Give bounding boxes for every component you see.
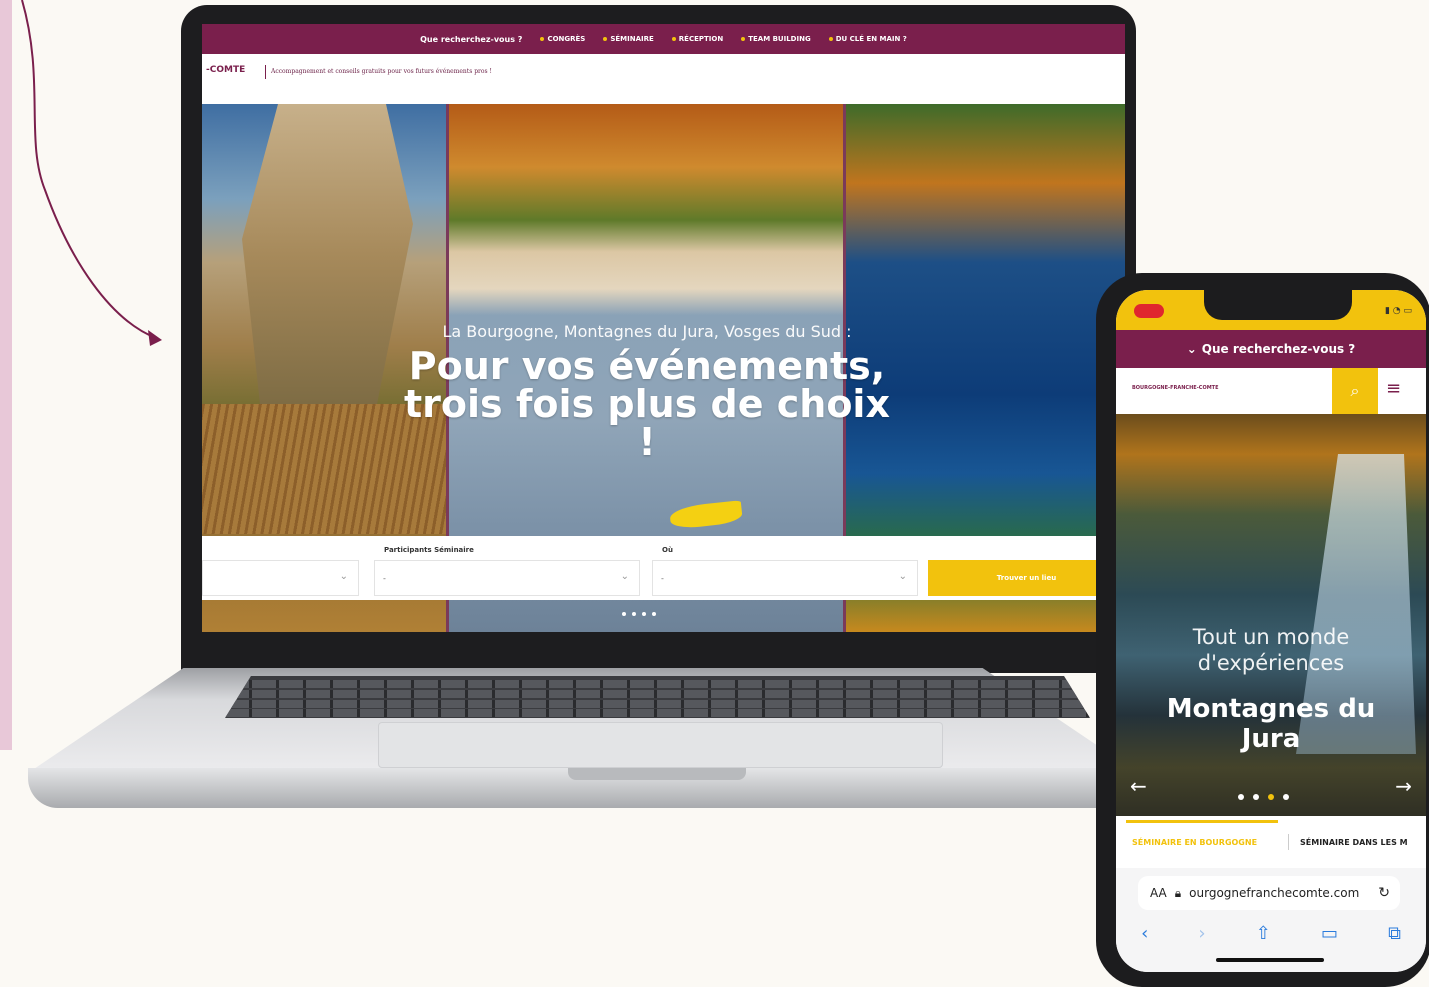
first-select[interactable]: ⌄ [202, 560, 359, 596]
chevron-down-icon: ⌄ [620, 571, 629, 582]
nav-item-seminaire[interactable]: SÉMINAIRE [603, 35, 654, 43]
phone-hero-subtitle: Tout un monde d'expériences [1192, 625, 1350, 675]
nav-item-label: DU CLÉ EN MAIN ? [835, 35, 907, 43]
participants-select[interactable]: - ⌄ [374, 560, 640, 596]
hero-text-block: La Bourgogne, Montagnes du Jura, Vosges … [402, 322, 892, 461]
chevron-down-icon: ⌄ [898, 571, 907, 582]
home-indicator [1216, 958, 1324, 962]
share-icon[interactable]: ⇧ [1256, 923, 1271, 944]
lock-icon: 🔒︎ [1174, 885, 1182, 900]
nav-item-team-building[interactable]: TEAM BUILDING [741, 35, 811, 43]
chevron-down-icon: ⌄ [339, 571, 348, 582]
where-label: Où [662, 546, 673, 554]
reload-icon[interactable]: ↻ [1378, 885, 1390, 901]
address-bar[interactable]: AA 🔒︎ ourgognefranchecomte.com ↻ [1138, 876, 1400, 910]
status-icons: ▮ ◔ ▭ [1384, 306, 1412, 316]
tab-divider [1288, 834, 1289, 850]
laptop-trackpad [378, 722, 943, 768]
phone-tabs: SÉMINAIRE EN BOURGOGNE SÉMINAIRE DANS LE… [1116, 816, 1426, 868]
phone-status-bar: ▮ ◔ ▭ [1116, 290, 1426, 330]
site-logo[interactable]: -COMTE [206, 65, 245, 75]
tab-seminaire-montagnes[interactable]: SÉMINAIRE DANS LES M [1300, 838, 1408, 847]
nav-question-link[interactable]: Que recherchez-vous ? [420, 35, 522, 44]
hero-title: Pour vos événements, trois fois plus de … [404, 344, 890, 464]
where-value: - [661, 574, 664, 583]
bookmarks-icon[interactable]: ▭ [1321, 923, 1338, 944]
nav-item-label: SÉMINAIRE [610, 35, 654, 43]
nav-item-congres[interactable]: CONGRÈS [540, 35, 585, 43]
participants-value: - [383, 574, 386, 583]
phone-hero-carousel: Tout un monde d'expériences Montagnes du… [1116, 414, 1426, 816]
phone-screen: ▮ ◔ ▭ ⌄ Que recherchez-vous ? BOURGOGNE-… [1116, 290, 1426, 972]
text-size-button[interactable]: AA [1150, 886, 1167, 900]
hamburger-menu-icon[interactable]: ≡ [1386, 378, 1401, 399]
nav-item-label: TEAM BUILDING [748, 35, 811, 43]
participants-label: Participants Séminaire [384, 546, 474, 554]
nav-item-label: CONGRÈS [547, 35, 586, 43]
laptop-subheader [202, 54, 1125, 104]
nav-item-cle-en-main[interactable]: DU CLÉ EN MAIN ? [828, 35, 907, 43]
carousel-dots[interactable] [622, 612, 656, 616]
safari-bottom-bar: AA 🔒︎ ourgognefranchecomte.com ↻ ‹ › ⇧ ▭… [1116, 868, 1426, 972]
arrow-right-icon[interactable]: → [1395, 774, 1412, 798]
search-icon[interactable]: ⌕ [1332, 368, 1378, 414]
arrow-annotation-icon [21, 0, 162, 346]
active-tab-indicator [1126, 820, 1278, 823]
nav-item-label: RÉCEPTION [678, 35, 724, 43]
phone-carousel-dots[interactable] [1238, 794, 1289, 800]
header-divider [265, 65, 266, 79]
dynamic-island [1204, 290, 1352, 320]
forward-icon[interactable]: › [1198, 923, 1205, 944]
where-select[interactable]: - ⌄ [652, 560, 918, 596]
safari-toolbar: ‹ › ⇧ ▭ ⧉ [1116, 918, 1426, 948]
tab-seminaire-bourgogne[interactable]: SÉMINAIRE EN BOURGOGNE [1132, 838, 1257, 847]
back-icon[interactable]: ‹ [1141, 923, 1148, 944]
arrow-left-icon[interactable]: ← [1130, 774, 1147, 798]
phone-hero-title: Montagnes du Jura [1166, 694, 1376, 754]
nav-item-reception[interactable]: RÉCEPTION [671, 35, 724, 43]
phone-nav-bar[interactable]: ⌄ Que recherchez-vous ? [1116, 330, 1426, 368]
laptop-top-nav: Que recherchez-vous ? CONGRÈS SÉMINAIRE … [202, 24, 1125, 54]
recording-indicator-icon [1134, 304, 1164, 318]
header-tagline: Accompagnement et conseils gratuits pour… [271, 68, 492, 75]
laptop-keyboard [225, 676, 1090, 718]
tabs-icon[interactable]: ⧉ [1388, 923, 1401, 944]
chevron-down-icon: ⌄ [1186, 342, 1197, 356]
laptop-opening-notch [568, 768, 746, 780]
phone-site-logo[interactable]: BOURGOGNE-FRANCHE-COMTE [1132, 385, 1219, 391]
url-text: ourgognefranchecomte.com [1189, 886, 1360, 900]
hero-subtitle: La Bourgogne, Montagnes du Jura, Vosges … [442, 322, 852, 341]
phone-nav-question: Que recherchez-vous ? [1201, 342, 1356, 356]
phone-header: BOURGOGNE-FRANCHE-COMTE ⌕ ≡ [1116, 368, 1426, 414]
laptop-screen: Que recherchez-vous ? CONGRÈS SÉMINAIRE … [202, 24, 1125, 632]
venue-search-bar: ⌄ Participants Séminaire - ⌄ Où - ⌄ Trou… [202, 536, 1125, 600]
